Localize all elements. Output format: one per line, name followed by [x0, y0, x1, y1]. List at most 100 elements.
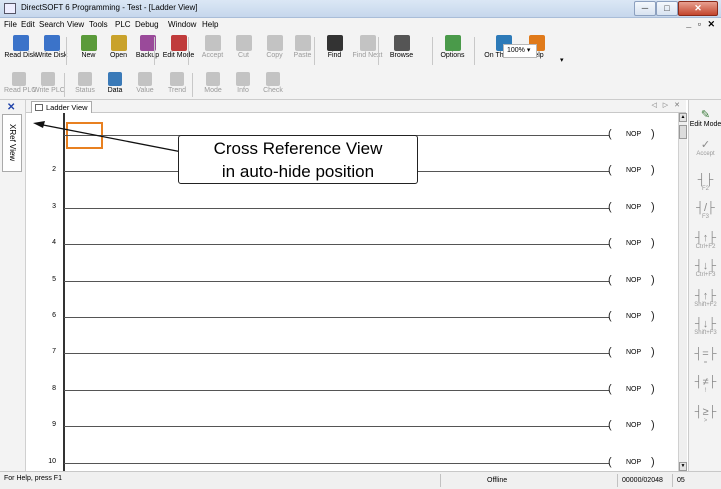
edit-mode-button[interactable]: Edit Mode	[162, 35, 195, 59]
close-button[interactable]: ✕	[678, 1, 718, 16]
new-button[interactable]: New	[72, 35, 105, 59]
scroll-thumb[interactable]	[679, 125, 687, 139]
find-next-button[interactable]: Find Next	[351, 35, 384, 59]
data-button[interactable]: Data	[100, 72, 130, 94]
coil-right-bracket: )	[651, 383, 655, 395]
tab-ladder-view[interactable]: Ladder View	[31, 101, 92, 113]
options-button[interactable]: Options	[436, 35, 469, 59]
coil-nop[interactable]: NOP	[626, 459, 641, 466]
window-title: DirectSOFT 6 Programming - Test - [Ladde…	[21, 3, 198, 12]
plc-toolbar: Read PLC Write PLC Status Data Value Trend Mod…	[0, 70, 721, 100]
write-disk-button[interactable]: Write Disk	[35, 35, 68, 59]
app-icon[interactable]	[4, 3, 16, 14]
palette-label: F2	[701, 186, 709, 192]
coil-left-bracket: (	[608, 164, 612, 176]
menu-tools[interactable]: Tools	[89, 20, 108, 29]
accept-button[interactable]: Accept	[196, 35, 229, 59]
coil-nop[interactable]: NOP	[626, 240, 641, 247]
xref-view-tab[interactable]: XRef View	[2, 114, 22, 172]
palette-button[interactable]: ┤↑├ Shift+F2	[689, 290, 721, 308]
rung-number: 7	[52, 348, 56, 355]
coil-nop[interactable]: NOP	[626, 349, 641, 356]
coil-nop[interactable]: NOP	[626, 422, 641, 429]
info-button[interactable]: Info	[228, 72, 258, 94]
palette-button[interactable]: ✓ Accept	[689, 138, 721, 157]
toolbar-separator	[64, 73, 65, 97]
menu-plc[interactable]: PLC	[115, 20, 131, 29]
cut-button[interactable]: Cut	[227, 35, 260, 59]
menu-bar: File Edit Search View Tools PLC Debug Wi…	[0, 18, 721, 32]
find-button[interactable]: Find	[318, 35, 351, 59]
palette-label: Edit Mode	[689, 121, 721, 128]
rung-wire	[64, 244, 609, 245]
coil-right-bracket: )	[651, 456, 655, 468]
toolbar-separator	[432, 37, 433, 65]
browse-button[interactable]: Browse	[385, 35, 418, 59]
vertical-scrollbar[interactable]: ▲ ▼	[678, 113, 687, 471]
menu-edit[interactable]: Edit	[21, 20, 35, 29]
palette-button[interactable]: ┤↑├ Ctrl+F2	[689, 232, 721, 250]
rung-wire	[64, 426, 609, 427]
toolbar-overflow-icon[interactable]: ▾	[560, 56, 564, 64]
palette-button[interactable]: ┤↓├ Shift+F3	[689, 318, 721, 336]
check-label: Check	[263, 87, 283, 94]
check-button[interactable]: Check	[258, 72, 288, 94]
palette-button[interactable]: ┤=├ =	[689, 348, 721, 366]
new-label: New	[81, 52, 96, 59]
menu-search[interactable]: Search	[39, 20, 64, 29]
status-button[interactable]: Status	[70, 72, 100, 94]
open-icon	[110, 35, 127, 51]
toolbar-separator	[188, 37, 189, 65]
menu-debug[interactable]: Debug	[135, 20, 159, 29]
palette-button[interactable]: ┤├ F2	[689, 174, 721, 192]
tab-nav-controls[interactable]: ◁ ▷ ✕	[651, 101, 682, 109]
find-next-icon	[359, 35, 376, 51]
maximize-button[interactable]: □	[656, 1, 678, 16]
mode-button[interactable]: Mode	[198, 72, 228, 94]
toolbar-separator	[66, 37, 67, 65]
palette-button[interactable]: ✎ Edit Mode	[689, 108, 721, 128]
palette-button[interactable]: ┤≥├ >	[689, 406, 721, 424]
coil-nop[interactable]: NOP	[626, 167, 641, 174]
coil-nop[interactable]: NOP	[626, 204, 641, 211]
coil-left-bracket: (	[608, 310, 612, 322]
copy-icon	[266, 35, 283, 51]
write-plc-button[interactable]: Write PLC	[33, 72, 65, 94]
coil-right-bracket: )	[651, 419, 655, 431]
close-icon[interactable]: ✕	[7, 102, 15, 113]
value-button[interactable]: Value	[130, 72, 160, 94]
backup-button[interactable]: Backup	[131, 35, 164, 59]
toolbar-separator	[154, 37, 155, 65]
rung-number: 6	[52, 312, 56, 319]
rung-number: 10	[48, 458, 56, 465]
zoom-select[interactable]: 100% ▾	[503, 44, 537, 58]
menu-file[interactable]: File	[4, 20, 17, 29]
palette-button[interactable]: ┤/├ F3	[689, 202, 721, 220]
minimize-button[interactable]: ─	[634, 1, 656, 16]
options-icon	[444, 35, 461, 51]
palette-button[interactable]: ┤≠├!	[689, 376, 721, 394]
coil-right-bracket: )	[651, 201, 655, 213]
coil-nop[interactable]: NOP	[626, 277, 641, 284]
coil-nop[interactable]: NOP	[626, 131, 641, 138]
coil-right-bracket: )	[651, 237, 655, 249]
scroll-down-icon[interactable]: ▼	[679, 462, 687, 471]
read-disk-button[interactable]: Read Disk	[4, 35, 37, 59]
write-plc-label: Write PLC	[33, 87, 65, 94]
scroll-up-icon[interactable]: ▲	[679, 113, 687, 122]
write-disk-icon	[43, 35, 60, 51]
rung-wire	[64, 463, 609, 464]
coil-nop[interactable]: NOP	[626, 386, 641, 393]
palette-button[interactable]: ┤↓├ Ctrl+F3	[689, 260, 721, 278]
palette-label: Ctrl+F2	[695, 244, 716, 250]
read-plc-button[interactable]: Read PLC	[4, 72, 36, 94]
menu-view[interactable]: View	[67, 20, 84, 29]
coil-nop[interactable]: NOP	[626, 313, 641, 320]
instruction-icon: ┤≥├	[694, 406, 717, 418]
instruction-palette: ✎ Edit Mode ✓ Accept ┤├ F2 ┤/├ F3 ┤↑├ Ctrl+F2 ┤↓├ C…	[688, 100, 721, 471]
menu-help[interactable]: Help	[202, 20, 218, 29]
mdi-controls[interactable]: _ ▫ ✕	[686, 19, 717, 30]
trend-button[interactable]: Trend	[162, 72, 192, 94]
callout-line1: Cross Reference View	[213, 139, 383, 158]
menu-window[interactable]: Window	[168, 20, 196, 29]
